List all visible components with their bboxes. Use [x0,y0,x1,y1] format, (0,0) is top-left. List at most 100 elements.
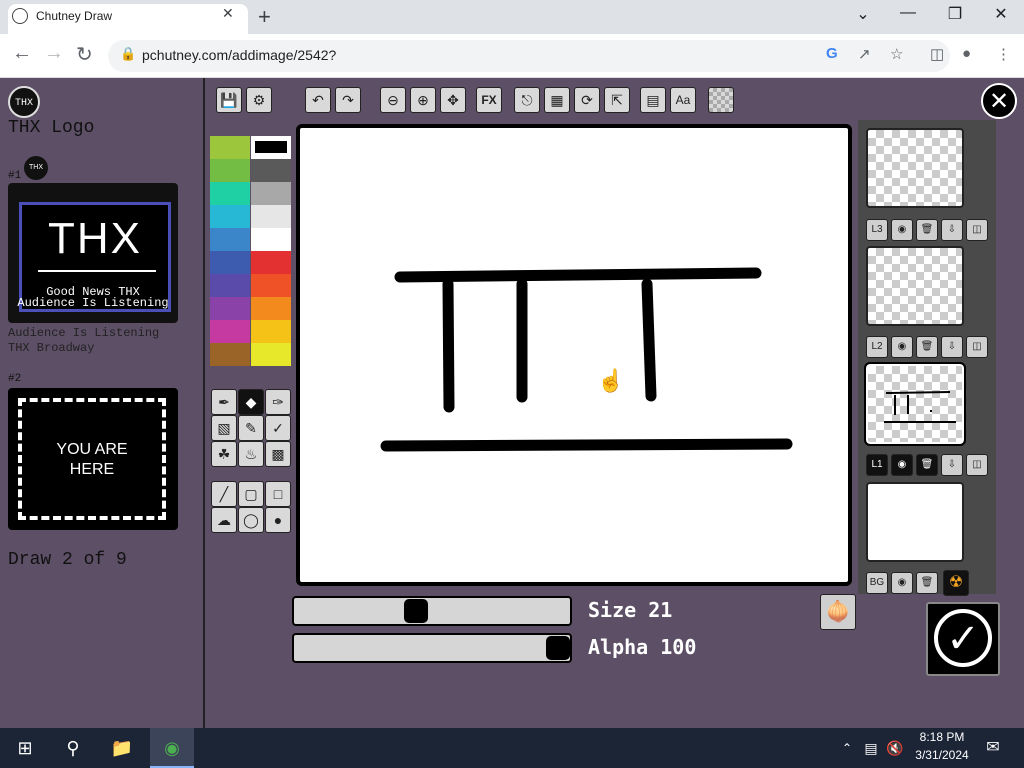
window-close-button[interactable]: ✕ [981,4,1021,24]
line-shape-icon[interactable]: ╱ [211,481,237,507]
rotate-icon[interactable]: ⟳ [574,87,600,113]
chevron-up-icon[interactable]: ⌃ [838,728,856,768]
radioactive-icon[interactable]: ☢ [943,570,969,596]
lasso-icon[interactable]: ☁ [211,507,237,533]
eye-icon[interactable]: ◉ [891,336,913,358]
roller-icon[interactable]: ▧ [211,415,237,441]
clock-time[interactable]: 8:18 PM [912,730,972,744]
chrome-icon[interactable]: ◉ [150,728,194,768]
color-swatch[interactable] [210,136,250,159]
resize-icon[interactable]: ⇱ [604,87,630,113]
layer-label-l2[interactable]: L2 [866,336,888,358]
trash-icon[interactable]: 🗑 [916,454,938,476]
merge-icon[interactable]: ◫ [966,336,988,358]
google-icon[interactable]: G [826,45,838,62]
file-explorer-icon[interactable]: 📁 [106,728,138,768]
profile-icon[interactable]: ● [962,45,971,62]
transparency-icon[interactable] [708,87,734,113]
search-icon[interactable]: ⚲ [58,728,88,768]
forward-icon[interactable]: → [44,42,64,65]
layer-thumbnail-l3[interactable] [866,128,964,208]
layer-thumbnail-l2[interactable] [866,246,964,326]
color-swatch[interactable] [210,251,250,274]
color-swatch[interactable] [210,343,250,366]
sidepanel-icon[interactable]: ◫ [930,45,944,63]
color-swatch[interactable] [251,182,291,205]
network-icon[interactable]: ▤ [860,728,882,768]
checkmark-icon[interactable]: ✓ [934,609,992,667]
drawing-canvas[interactable] [296,124,852,586]
layer-thumbnail-l1[interactable] [864,362,966,446]
circle-fill-icon[interactable]: ● [265,507,291,533]
color-swatch[interactable] [251,205,291,228]
eyedropper-icon[interactable]: ✒ [211,389,237,415]
url-text[interactable]: pchutney.com/addimage/2542? [142,47,336,63]
star-icon[interactable]: ☆ [890,45,903,63]
new-tab-button[interactable]: + [258,4,271,30]
layer-label-l3[interactable]: L3 [866,219,888,241]
notifications-icon[interactable]: ✉ [980,728,1006,768]
color-swatch[interactable] [210,274,250,297]
trash-icon[interactable]: 🗑 [916,336,938,358]
forklift-icon[interactable]: ▦ [544,87,570,113]
bucket-icon[interactable]: ♨ [238,441,264,467]
tab-close-icon[interactable]: ✕ [222,5,234,22]
redo-icon[interactable]: ↷ [335,87,361,113]
color-swatch[interactable] [251,297,291,320]
zoom-in-icon[interactable]: ⊕ [410,87,436,113]
share-icon[interactable]: ↗ [858,45,871,63]
color-swatch[interactable] [251,159,291,182]
eye-icon[interactable]: ◉ [891,454,913,476]
color-swatch[interactable] [210,205,250,228]
color-swatch[interactable] [251,228,291,251]
circle-outline-icon[interactable]: ◯ [238,507,264,533]
undo-icon[interactable]: ↶ [305,87,331,113]
size-slider-knob[interactable] [404,599,428,623]
color-swatch[interactable] [251,343,291,366]
clock-date[interactable]: 3/31/2024 [912,748,972,762]
avatar[interactable]: THX [24,156,48,180]
volume-muted-icon[interactable]: 🔇 [884,728,906,768]
settings-icon[interactable]: ⚙ [246,87,272,113]
lock-icon[interactable]: 🔒 [120,46,136,62]
pencil-icon[interactable]: ✎ [238,415,264,441]
reload-icon[interactable]: ↻ [76,42,93,67]
image-text-icon[interactable]: ▤ [640,87,666,113]
maximize-button[interactable]: ❐ [935,4,975,24]
color-swatch[interactable] [210,320,250,343]
alpha-slider-knob[interactable] [546,636,570,660]
eye-icon[interactable]: ◉ [891,572,913,594]
stamp-icon[interactable]: ⎋ [514,87,540,113]
smudge-icon[interactable]: ☘ [211,441,237,467]
onion-skin-icon[interactable]: 🧅 [820,594,856,630]
arrow-down-icon[interactable]: ⇩ [941,336,963,358]
merge-icon[interactable]: ◫ [966,454,988,476]
color-swatch[interactable] [210,159,250,182]
layer-label-l1[interactable]: L1 [866,454,888,476]
rectangle-fill-icon[interactable]: □ [265,481,291,507]
color-swatch[interactable] [210,182,250,205]
move-icon[interactable]: ✥ [440,87,466,113]
brush-icon[interactable]: ✑ [265,389,291,415]
zoom-out-icon[interactable]: ⊖ [380,87,406,113]
fx-button[interactable]: FX [476,87,502,113]
close-icon[interactable]: ✕ [981,83,1017,119]
save-icon[interactable]: 💾 [216,87,242,113]
alpha-slider[interactable] [292,633,572,663]
color-swatch[interactable] [210,228,250,251]
arrow-down-icon[interactable]: ⇩ [941,454,963,476]
rectangle-outline-icon[interactable]: ▢ [238,481,264,507]
trash-icon[interactable]: 🗑 [916,572,938,594]
merge-icon[interactable]: ◫ [966,219,988,241]
size-slider[interactable] [292,596,572,626]
layer-thumbnail-bg[interactable] [866,482,964,562]
eraser-icon[interactable]: ◆ [238,389,264,415]
color-swatch[interactable] [251,251,291,274]
color-swatch[interactable] [251,320,291,343]
minimize-button[interactable]: — [888,4,928,22]
dither-icon[interactable]: ▩ [265,441,291,467]
text-tool-button[interactable]: Aa [670,87,696,113]
menu-icon[interactable]: ⋮ [996,45,1011,63]
layer-label-bg[interactable]: BG [866,572,888,594]
trash-icon[interactable]: 🗑 [916,219,938,241]
